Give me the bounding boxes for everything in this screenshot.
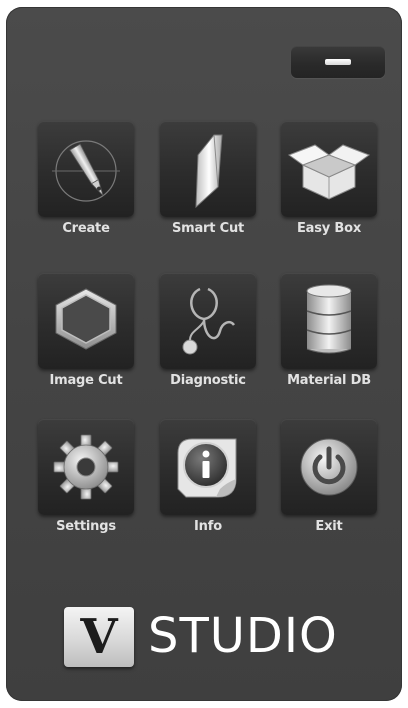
create-label: Create (62, 221, 110, 236)
vstudio-logo: V STUDIO (64, 605, 364, 667)
database-icon (306, 284, 352, 354)
material-db-tile[interactable]: Material DB (281, 273, 377, 401)
hexagon-icon (55, 288, 117, 350)
pen-tool-icon (52, 140, 120, 202)
easy-box-label: Easy Box (296, 221, 362, 236)
create-tile[interactable]: Create (38, 121, 134, 249)
stethoscope-icon (182, 287, 236, 355)
logo-wordmark: STUDIO (148, 608, 338, 664)
settings-button[interactable] (38, 419, 134, 515)
diagnostic-button[interactable] (160, 273, 256, 369)
blade-icon (195, 134, 223, 209)
info-tile[interactable]: Info (160, 419, 256, 547)
info-icon (177, 438, 237, 498)
power-icon (300, 438, 358, 496)
exit-tile[interactable]: Exit (281, 419, 377, 547)
image-cut-button[interactable] (38, 273, 134, 369)
box-icon (287, 144, 371, 200)
smart-cut-tile[interactable]: Smart Cut (160, 121, 256, 249)
minimize-button[interactable] (291, 46, 385, 78)
info-label: Info (194, 519, 222, 534)
smart-cut-button[interactable] (160, 121, 256, 217)
logo-badge-letter: V (80, 609, 118, 665)
gear-icon (53, 434, 119, 500)
create-button[interactable] (38, 121, 134, 217)
settings-tile[interactable]: Settings (38, 419, 134, 547)
smart-cut-label: Smart Cut (171, 221, 245, 236)
material-db-label: Material DB (287, 373, 371, 388)
diagnostic-tile[interactable]: Diagnostic (160, 273, 256, 401)
info-button[interactable] (160, 419, 256, 515)
settings-label: Settings (56, 519, 116, 534)
material-db-button[interactable] (281, 273, 377, 369)
easy-box-tile[interactable]: Easy Box (281, 121, 377, 249)
image-cut-label: Image Cut (49, 373, 123, 388)
diagnostic-label: Diagnostic (170, 373, 246, 388)
image-cut-tile[interactable]: Image Cut (38, 273, 134, 401)
exit-label: Exit (315, 519, 343, 534)
exit-button[interactable] (281, 419, 377, 515)
logo-badge: V (64, 607, 134, 667)
minimize-icon (325, 59, 351, 65)
easy-box-button[interactable] (281, 121, 377, 217)
main-panel: Create Smart Cut Easy Box Image Cut Diag… (6, 7, 402, 701)
